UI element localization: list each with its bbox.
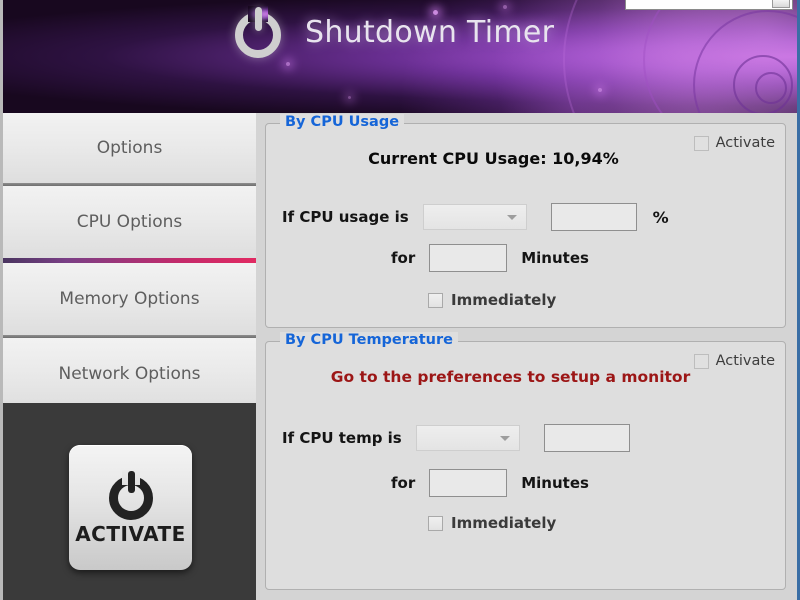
checkbox-box[interactable] xyxy=(428,515,443,531)
checkbox-box[interactable] xyxy=(428,292,443,308)
header-glow-dot xyxy=(286,62,290,66)
checkbox-box[interactable] xyxy=(693,353,709,369)
activate-button[interactable]: ACTIVATE xyxy=(69,445,192,570)
app-title: Shutdown Timer xyxy=(305,14,555,50)
top-right-mini-button[interactable] xyxy=(772,0,790,8)
sidebar-item-label: Options xyxy=(96,138,163,158)
cpu-usage-unit-label: % xyxy=(652,207,669,227)
sidebar-nav-list: Options CPU Options Memory Options Netwo… xyxy=(3,113,256,410)
cpu-usage-duration-row: for Minutes xyxy=(391,244,589,272)
cpu-temperature-warning-text: Go to the preferences to setup a monitor xyxy=(330,368,691,386)
header-glow-dot xyxy=(598,88,602,92)
cpu-usage-threshold-input[interactable] xyxy=(550,203,637,231)
cpu-usage-panel-title: By CPU Usage xyxy=(280,114,405,130)
header-glow-dot xyxy=(348,96,351,99)
cpu-temperature-panel-title: By CPU Temperature xyxy=(280,332,458,348)
sidebar: Options CPU Options Memory Options Netwo… xyxy=(3,113,256,600)
header-swirl-decoration xyxy=(693,10,797,113)
header-swirl-decoration xyxy=(755,72,787,104)
checkbox-label: Immediately xyxy=(451,514,557,532)
application-window: Shutdown Timer Options CPU Options Memor… xyxy=(0,0,800,600)
sidebar-item-label: Memory Options xyxy=(59,289,200,309)
cpu-usage-condition-label: If CPU usage is xyxy=(282,208,409,226)
cpu-temperature-condition-label: If CPU temp is xyxy=(282,429,402,447)
cpu-temperature-immediately-checkbox[interactable]: Immediately xyxy=(428,514,556,532)
cpu-temperature-duration-row: for Minutes xyxy=(391,469,589,497)
cpu-temperature-duration-unit: Minutes xyxy=(521,474,589,492)
cpu-temperature-activate-checkbox[interactable]: Activate xyxy=(693,353,775,369)
top-right-text-field[interactable] xyxy=(625,0,793,10)
app-header-banner: Shutdown Timer xyxy=(3,0,797,113)
cpu-usage-duration-input[interactable] xyxy=(429,244,508,272)
cpu-temperature-condition-row: If CPU temp is xyxy=(282,424,630,452)
checkbox-label: Activate xyxy=(715,353,775,369)
power-icon xyxy=(235,6,287,58)
header-swirl-decoration xyxy=(733,55,793,113)
checkbox-label: Immediately xyxy=(451,291,557,309)
sidebar-item-memory-options[interactable]: Memory Options xyxy=(3,263,256,335)
main-content: By CPU Usage Activate Current CPU Usage:… xyxy=(256,113,797,600)
sidebar-item-options[interactable]: Options xyxy=(3,113,256,183)
sidebar-item-label: CPU Options xyxy=(76,212,183,232)
chevron-down-icon xyxy=(499,436,510,441)
cpu-temperature-comparison-dropdown[interactable] xyxy=(415,425,520,451)
cpu-usage-duration-prefix: for xyxy=(391,249,416,267)
cpu-usage-panel: By CPU Usage Activate Current CPU Usage:… xyxy=(265,114,786,328)
cpu-temperature-duration-prefix: for xyxy=(391,474,416,492)
header-swirl-decoration xyxy=(643,0,797,113)
cpu-usage-immediately-checkbox[interactable]: Immediately xyxy=(428,291,556,309)
cpu-usage-comparison-dropdown[interactable] xyxy=(422,204,527,230)
cpu-temperature-threshold-input[interactable] xyxy=(543,424,630,452)
power-icon xyxy=(103,469,159,520)
sidebar-item-network-options[interactable]: Network Options xyxy=(3,338,256,410)
cpu-usage-duration-unit: Minutes xyxy=(521,249,589,267)
cpu-usage-condition-row: If CPU usage is % xyxy=(282,203,669,231)
activate-button-area: ACTIVATE xyxy=(3,403,256,600)
app-brand: Shutdown Timer xyxy=(235,6,554,58)
header-swirl-decoration xyxy=(563,0,797,113)
cpu-temperature-panel: By CPU Temperature Activate Go to the pr… xyxy=(265,332,786,590)
sidebar-item-cpu-options[interactable]: CPU Options xyxy=(3,186,256,258)
cpu-temperature-duration-input[interactable] xyxy=(429,469,508,497)
current-cpu-usage-status: Current CPU Usage: 10,94% xyxy=(368,149,619,168)
chevron-down-icon xyxy=(506,215,517,220)
activate-button-label: ACTIVATE xyxy=(75,521,186,546)
sidebar-item-label: Network Options xyxy=(58,364,201,384)
